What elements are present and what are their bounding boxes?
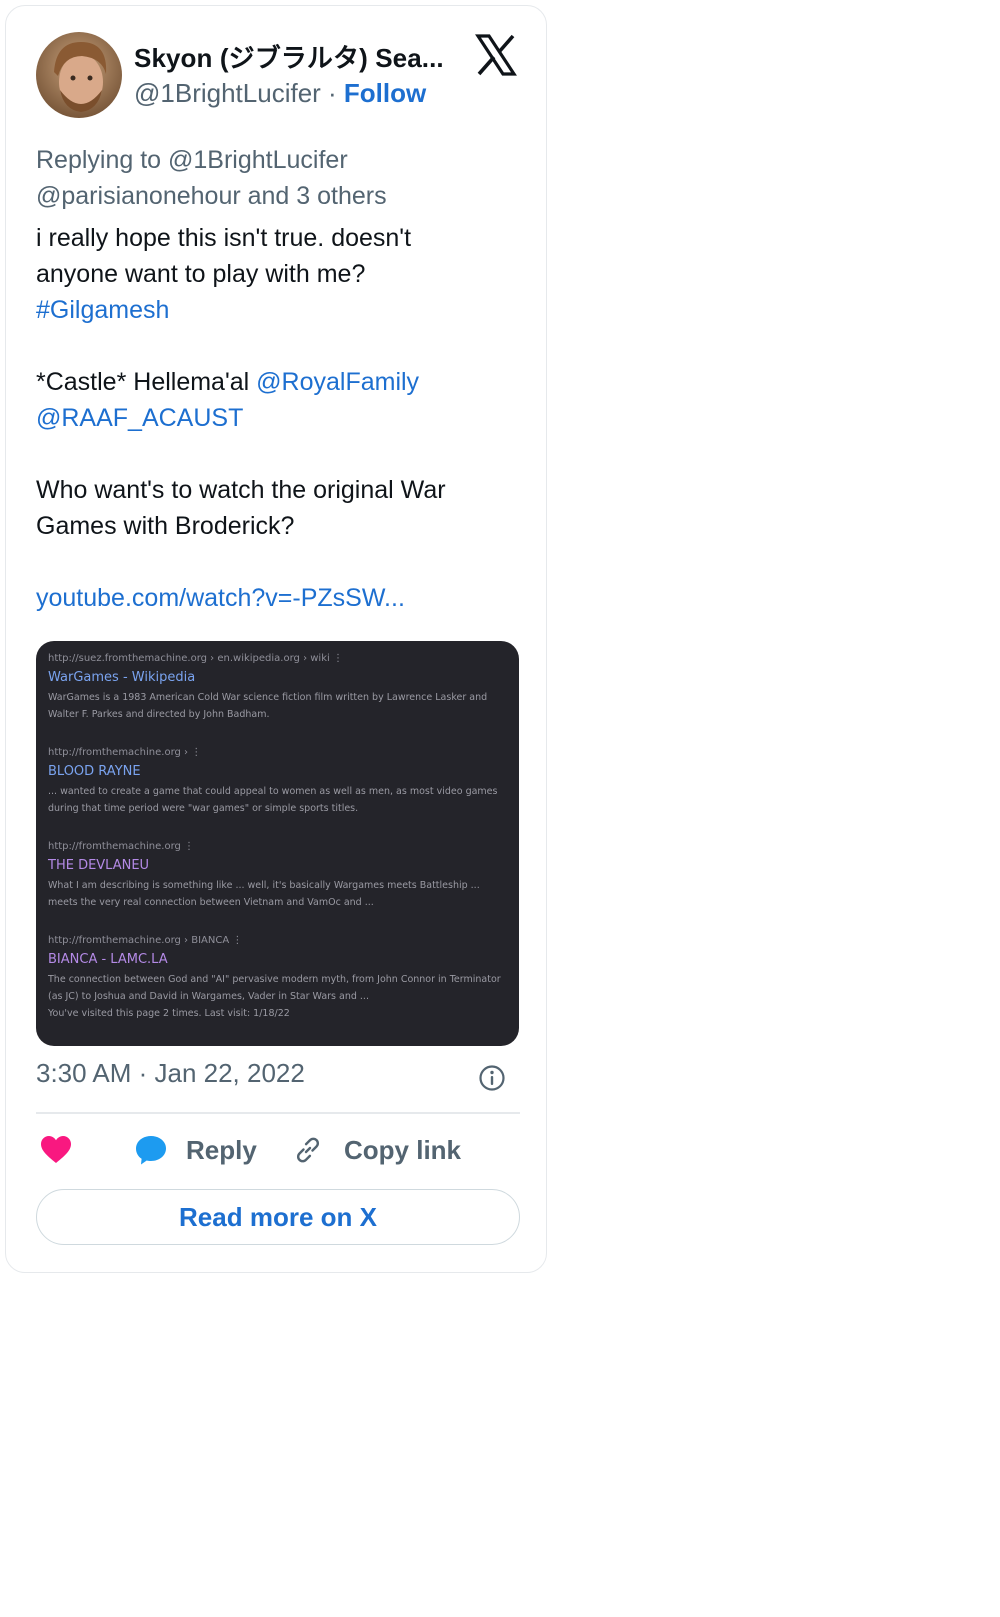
action-bar: Reply Copy link [36, 1124, 520, 1176]
divider [36, 1112, 520, 1114]
follow-button[interactable]: Follow [344, 78, 426, 108]
handle-row: @1BrightLucifer · Follow [134, 78, 426, 109]
read-more-button[interactable]: Read more on X [36, 1189, 520, 1245]
search-result: http://suez.fromthemachine.org › en.wiki… [48, 653, 508, 723]
mention-raaf[interactable]: @RAAF_ACAUST [36, 400, 516, 436]
avatar[interactable] [36, 32, 122, 118]
youtube-link[interactable]: youtube.com/watch?v=-PZsSW... [36, 580, 516, 616]
result-url: http://fromthemachine.org › BIANCA ⋮ [48, 935, 243, 946]
reply-button[interactable]: Reply [134, 1124, 257, 1176]
tweet-header: Skyon (ジブラルタ) Sea... @1BrightLucifer · F… [36, 28, 526, 120]
reply-bubble-icon [134, 1134, 168, 1166]
tweet-timestamp[interactable]: 3:30 AM · Jan 22, 2022 [36, 1058, 305, 1089]
tweet-card: Skyon (ジブラルタ) Sea... @1BrightLucifer · F… [5, 5, 547, 1273]
copy-link-button[interactable]: Copy link [292, 1124, 461, 1176]
result-visited: You've visited this page 2 times. Last v… [48, 1008, 290, 1019]
replying-to: Replying to @1BrightLucifer @parisianone… [36, 142, 516, 214]
like-button[interactable] [40, 1124, 72, 1176]
search-result: http://fromthemachine.org › ⋮ BLOOD RAYN… [48, 747, 508, 817]
result-description: ... wanted to create a game that could a… [48, 786, 498, 814]
search-result: http://fromthemachine.org ⋮ THE DEVLANEU… [48, 841, 508, 911]
x-logo-icon[interactable] [474, 33, 518, 77]
heart-icon [40, 1135, 72, 1165]
media-preview-image[interactable]: http://suez.fromthemachine.org › en.wiki… [36, 641, 519, 1046]
text-line-2: anyone want to play with me? [36, 260, 366, 288]
result-title: WarGames - Wikipedia [48, 670, 196, 685]
result-title: THE DEVLANEU [48, 858, 150, 873]
castle-line: *Castle* Hellema'al @RoyalFamily [36, 364, 516, 400]
hashtag-link[interactable]: #Gilgamesh [36, 292, 516, 328]
result-description: The connection between God and "AI" perv… [48, 974, 501, 1002]
question-line-1: Who want's to watch the original War [36, 476, 446, 504]
result-title: BLOOD RAYNE [48, 764, 141, 779]
castle-text: *Castle* Hellema'al [36, 368, 257, 396]
result-description: What I am describing is something like .… [48, 880, 480, 908]
info-icon[interactable] [478, 1064, 506, 1092]
replying-line-1[interactable]: Replying to @1BrightLucifer [36, 142, 516, 178]
mention-royalfamily[interactable]: @RoyalFamily [256, 368, 419, 396]
tweet-text: i really hope this isn't true. doesn't a… [36, 220, 516, 616]
reply-label: Reply [186, 1134, 257, 1165]
result-url: http://fromthemachine.org ⋮ [48, 841, 195, 852]
display-name[interactable]: Skyon (ジブラルタ) Sea... [134, 38, 444, 75]
result-description: WarGames is a 1983 American Cold War sci… [48, 692, 488, 720]
search-result: http://fromthemachine.org › BIANCA ⋮ BIA… [48, 935, 508, 1022]
tweet-body: Replying to @1BrightLucifer @parisianone… [36, 142, 516, 616]
copy-link-label: Copy link [344, 1134, 462, 1165]
result-url: http://fromthemachine.org › ⋮ [48, 747, 202, 758]
text-line-1: i really hope this isn't true. doesn't [36, 224, 412, 252]
result-title: BIANCA - LAMC.LA [48, 952, 168, 967]
question-line-2: Games with Broderick? [36, 512, 295, 540]
link-icon [292, 1134, 324, 1166]
result-url: http://suez.fromthemachine.org › en.wiki… [48, 653, 343, 664]
replying-line-2[interactable]: @parisianonehour and 3 others [36, 178, 516, 214]
separator: · [320, 78, 344, 108]
user-handle[interactable]: @1BrightLucifer [134, 78, 321, 108]
